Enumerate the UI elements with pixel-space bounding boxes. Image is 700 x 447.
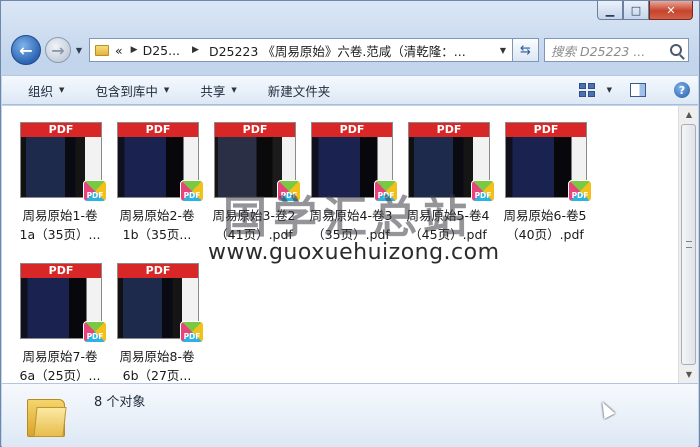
vertical-scrollbar[interactable]: ▲ ▼: [678, 106, 698, 383]
grip-icon: [686, 241, 692, 248]
folder-icon: [27, 395, 67, 437]
new-folder-label: 新建文件夹: [267, 83, 331, 99]
search-placeholder: 搜索 D25223 ...: [551, 43, 646, 59]
breadcrumb-segment-2[interactable]: D25223 《周易原始》六卷.范咸（清乾隆：...: [209, 41, 466, 60]
caption-buttons: ▁ □ ✕: [597, 1, 693, 20]
include-library-label: 包含到库中: [95, 83, 158, 99]
chevron-down-icon: ▼: [163, 86, 170, 94]
maximize-button[interactable]: □: [623, 1, 649, 20]
search-icon[interactable]: [670, 44, 682, 56]
recent-pages-dropdown[interactable]: ▼: [73, 46, 85, 55]
organize-label: 组织: [28, 83, 54, 99]
scrollbar-thumb[interactable]: [681, 124, 696, 365]
pdf-app-badge-icon: PDF: [180, 321, 204, 343]
change-view-icon[interactable]: [578, 83, 595, 97]
file-name[interactable]: 周易原始6-卷5 （40页）.pdf: [497, 206, 593, 244]
pdf-label: PDF: [21, 123, 101, 137]
forward-button[interactable]: →: [45, 37, 71, 63]
close-button[interactable]: ✕: [649, 1, 693, 20]
pdf-app-badge-icon: PDF: [180, 180, 204, 202]
file-name[interactable]: 周易原始8-卷 6b（27页...: [109, 347, 205, 385]
pdf-label: PDF: [409, 123, 489, 137]
scroll-down-arrow-icon[interactable]: ▼: [679, 366, 699, 383]
refresh-icon: ⇆: [520, 42, 531, 58]
pdf-label: PDF: [215, 123, 295, 137]
arrow-left-icon: ←: [19, 40, 33, 60]
pdf-app-badge-icon: PDF: [83, 180, 107, 202]
include-in-library-menu[interactable]: 包含到库中 ▼: [95, 81, 169, 100]
pdf-label: PDF: [118, 123, 198, 137]
chevron-down-icon: ▼: [231, 86, 237, 94]
pdf-label: PDF: [21, 264, 101, 278]
address-overflow[interactable]: «: [115, 43, 123, 58]
toolbar-right: ▼ ?: [578, 82, 698, 98]
breadcrumb-separator-icon[interactable]: ▶: [192, 45, 199, 55]
share-label: 共享: [200, 83, 226, 99]
new-folder-button[interactable]: 新建文件夹: [268, 81, 331, 100]
address-dropdown-icon[interactable]: ▼: [494, 46, 512, 55]
view-options-dropdown-icon[interactable]: ▼: [607, 86, 612, 94]
file-name[interactable]: 周易原始2-卷 1b（35页...: [109, 206, 205, 244]
share-menu[interactable]: 共享 ▼: [200, 81, 236, 100]
pdf-app-badge-icon: PDF: [83, 321, 107, 343]
search-box[interactable]: 搜索 D25223 ...: [544, 38, 689, 62]
chevron-down-icon: ▼: [59, 86, 65, 94]
watermark-chinese: 国学汇总站: [223, 192, 473, 243]
details-pane: 8 个对象: [2, 383, 698, 447]
command-bar: 组织 ▼ 包含到库中 ▼ 共享 ▼ 新建文件夹 ▼ ?: [2, 75, 698, 105]
navigation-bar: ← → ▼ « ▶ D25... ▶ D25223 《周易原始》六卷.范咸（清乾…: [11, 35, 689, 65]
breadcrumb-separator-icon: ▶: [130, 45, 138, 55]
pdf-app-badge-icon: PDF: [568, 180, 592, 202]
address-bar[interactable]: « ▶ D25... ▶ D25223 《周易原始》六卷.范咸（清乾隆：... …: [89, 38, 513, 62]
pdf-label: PDF: [506, 123, 586, 137]
explorer-window: ▁ □ ✕ ← → ▼ « ▶ D25... ▶ D25223 《周易原始》六卷…: [0, 0, 700, 447]
watermark-url: www.guoxuehuizong.com: [208, 240, 500, 265]
pdf-app-badge-icon: PDF: [471, 180, 495, 202]
file-name[interactable]: 周易原始1-卷 1a（35页）...: [12, 206, 108, 244]
help-icon[interactable]: ?: [674, 82, 690, 98]
arrow-right-icon: →: [51, 40, 65, 60]
item-count: 8 个对象: [94, 395, 146, 410]
breadcrumb-segment-1[interactable]: D25...: [143, 43, 180, 58]
minimize-button[interactable]: ▁: [597, 1, 623, 20]
scroll-up-arrow-icon[interactable]: ▲: [679, 106, 699, 123]
back-button[interactable]: ←: [11, 35, 41, 65]
refresh-button[interactable]: ⇆: [513, 38, 539, 62]
pdf-label: PDF: [118, 264, 198, 278]
file-name[interactable]: 周易原始7-卷 6a（25页）...: [12, 347, 108, 385]
organize-menu[interactable]: 组织 ▼: [28, 81, 64, 100]
pdf-label: PDF: [312, 123, 392, 137]
folder-icon: [95, 44, 109, 56]
preview-pane-icon[interactable]: [630, 83, 646, 97]
